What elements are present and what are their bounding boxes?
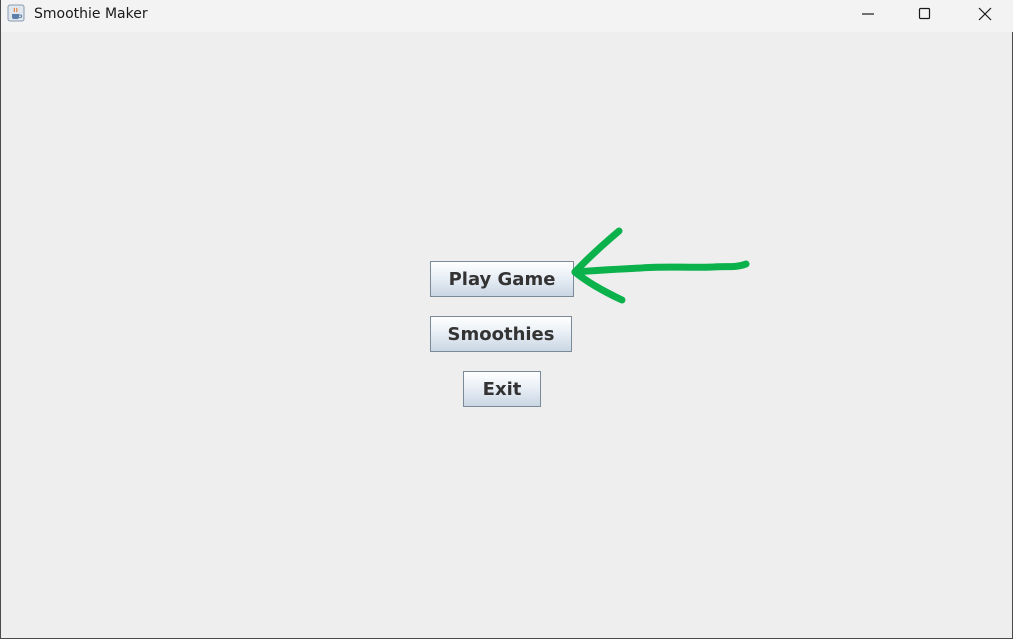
app-window: Smoothie Maker Play Game Smoothies Exit	[0, 0, 1013, 639]
exit-button[interactable]: Exit	[463, 371, 541, 407]
close-icon	[978, 7, 992, 21]
minimize-icon	[862, 13, 874, 15]
maximize-icon	[918, 7, 931, 20]
maximize-button[interactable]	[896, 0, 954, 28]
minimize-button[interactable]	[839, 0, 897, 28]
smoothies-button[interactable]: Smoothies	[430, 316, 572, 352]
window-title: Smoothie Maker	[34, 6, 148, 22]
title-bar[interactable]: Smoothie Maker	[1, 0, 1013, 32]
java-cup-icon[interactable]	[7, 4, 25, 22]
play-game-button[interactable]: Play Game	[430, 261, 574, 297]
main-panel: Play Game Smoothies Exit	[1, 32, 1012, 637]
close-button[interactable]	[956, 0, 1013, 28]
